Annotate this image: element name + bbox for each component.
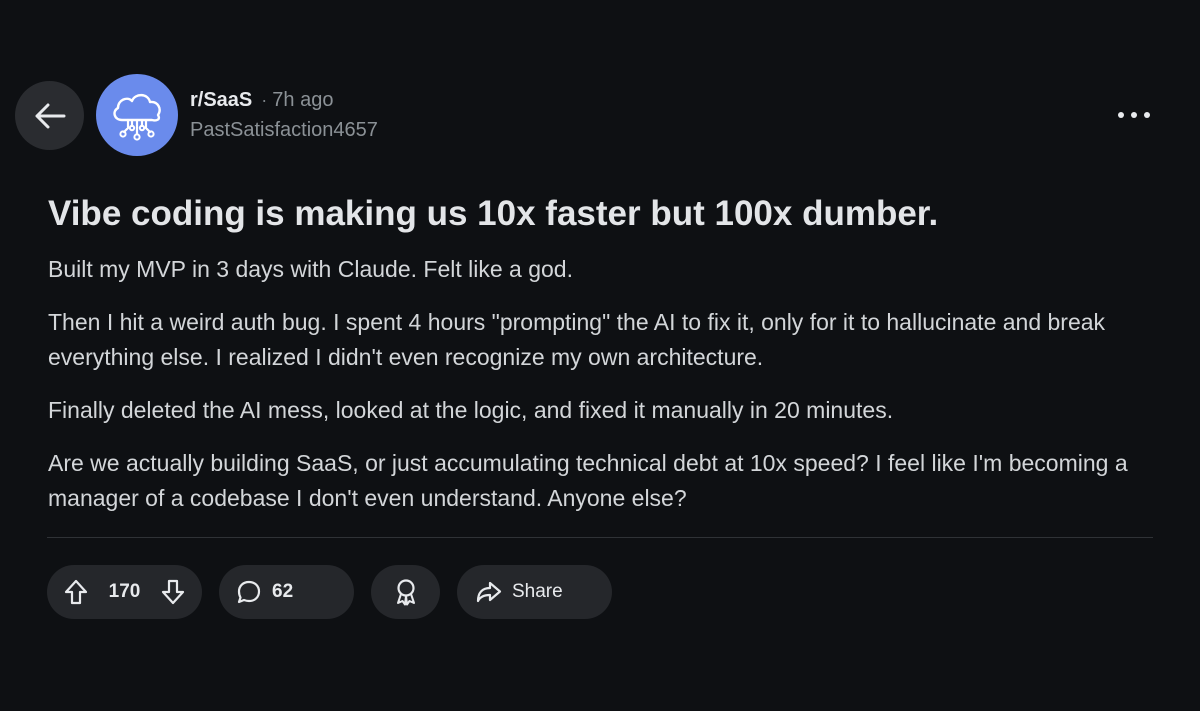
- share-arrow-icon: [476, 581, 502, 603]
- more-horizontal-icon: [1131, 112, 1137, 118]
- speech-bubble-icon: [237, 580, 261, 604]
- comment-count: 62: [272, 581, 294, 602]
- award-button[interactable]: [371, 565, 440, 619]
- post-title: Vibe coding is making us 10x faster but …: [48, 194, 939, 233]
- comments-button[interactable]: 62: [219, 565, 354, 619]
- share-label: Share: [512, 581, 563, 602]
- meta-line: r/SaaS · 7h ago: [190, 88, 378, 112]
- vote-count: 170: [108, 581, 141, 602]
- post-time: 7h ago: [272, 89, 334, 111]
- subreddit-avatar[interactable]: [96, 74, 178, 156]
- meta-separator: ·: [261, 90, 268, 110]
- arrow-up-icon: [64, 579, 88, 605]
- more-options-button[interactable]: [1108, 100, 1160, 130]
- post-body: Built my MVP in 3 days with Claude. Felt…: [48, 252, 1158, 534]
- post-paragraph: Finally deleted the AI mess, looked at t…: [48, 397, 894, 423]
- post-paragraph: Then I hit a weird auth bug. I spent 4 h…: [48, 309, 1106, 370]
- share-button[interactable]: Share: [457, 565, 612, 619]
- author-name[interactable]: PastSatisfaction4657: [190, 118, 378, 142]
- post-page: r/SaaS · 7h ago PastSatisfaction4657 Vib…: [0, 0, 1200, 711]
- arrow-left-icon: [35, 103, 65, 128]
- upvote-button[interactable]: [64, 579, 88, 605]
- action-bar: 170 62 Share: [47, 565, 612, 619]
- subreddit-name[interactable]: r/SaaS: [190, 88, 252, 112]
- post-paragraph: Built my MVP in 3 days with Claude. Felt…: [48, 256, 573, 282]
- vote-control: 170: [47, 565, 202, 619]
- award-icon: [396, 579, 415, 606]
- divider: [47, 537, 1153, 538]
- back-button[interactable]: [15, 81, 84, 150]
- arrow-down-icon: [161, 579, 185, 605]
- post-paragraph: Are we actually building SaaS, or just a…: [48, 450, 1128, 511]
- more-horizontal-icon: [1144, 112, 1150, 118]
- cloud-circuit-icon: [113, 93, 161, 141]
- downvote-button[interactable]: [161, 579, 185, 605]
- post-meta: r/SaaS · 7h ago PastSatisfaction4657: [190, 88, 378, 142]
- more-horizontal-icon: [1118, 112, 1124, 118]
